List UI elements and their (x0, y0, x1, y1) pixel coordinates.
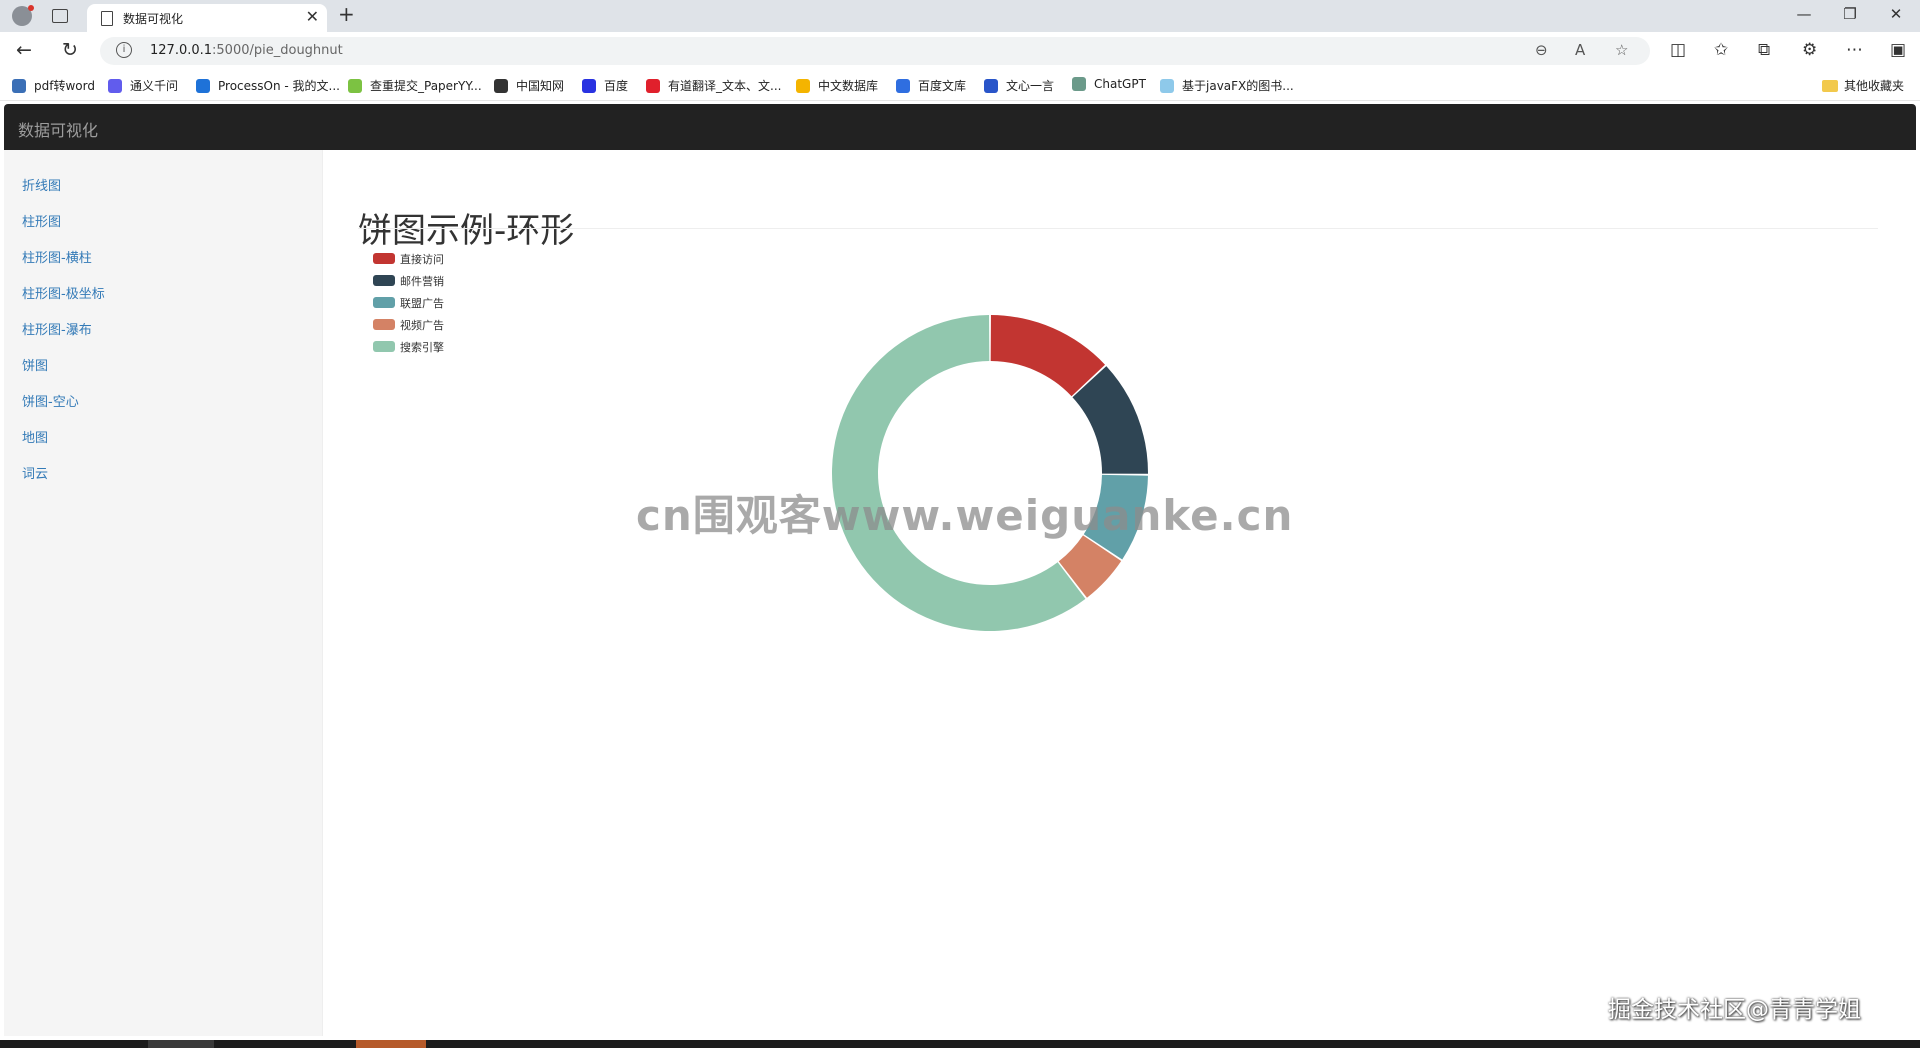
minimize-icon[interactable]: — (1784, 5, 1824, 23)
watermark: cn围观客www.weiguanke.cn (636, 491, 1294, 540)
bookmark-label: pdf转word (34, 79, 95, 93)
notification-dot-icon (28, 5, 34, 11)
reload-icon[interactable]: ↻ (62, 39, 78, 61)
extensions-icon[interactable]: ⚙ (1802, 40, 1817, 60)
bookmark-item[interactable]: 有道翻译_文本、文... (646, 77, 781, 94)
sidebar-item-bar[interactable]: 柱形图 (22, 211, 61, 230)
legend-swatch[interactable] (373, 319, 395, 330)
other-bookmarks-label: 其他收藏夹 (1843, 79, 1904, 93)
sidebar-item-line[interactable]: 折线图 (22, 175, 61, 194)
split-screen-icon[interactable]: ◫ (1670, 40, 1686, 60)
url-path: :5000/pie_doughnut (212, 43, 343, 58)
address-bar[interactable]: i 127.0.0.1:5000/pie_doughnut ⊖ A ☆ (100, 37, 1650, 65)
sidebar: 折线图 柱形图 柱形图-横柱 柱形图-极坐标 柱形图-瀑布 饼图 饼图-空心 地… (4, 150, 323, 1036)
sidebar-item-map[interactable]: 地图 (22, 427, 48, 446)
bookmark-icon (896, 79, 910, 93)
site-info-icon[interactable]: i (116, 42, 132, 58)
bookmark-icon (348, 79, 362, 93)
bookmark-icon (494, 79, 508, 93)
collections-icon[interactable]: ⧉ (1758, 40, 1770, 60)
bookmark-item[interactable]: 中国知网 (494, 77, 564, 94)
bookmark-item[interactable]: pdf转word (12, 77, 95, 94)
legend-label[interactable]: 直接访问 (400, 252, 444, 266)
bookmark-icon (1072, 77, 1086, 91)
doughnut-chart: 直接访问邮件营销联盟广告视频广告搜索引擎 (373, 252, 1148, 631)
bookmark-label: ProcessOn - 我的文... (218, 79, 340, 93)
bookmark-label: 百度文库 (918, 79, 967, 93)
legend-swatch[interactable] (373, 297, 395, 308)
legend-label[interactable]: 视频广告 (400, 318, 444, 332)
bookmark-item[interactable]: 通义千问 (108, 77, 178, 94)
browser-nav-bar: ← ↻ i 127.0.0.1:5000/pie_doughnut ⊖ A ☆ … (0, 32, 1920, 70)
credit-watermark: 掘金技术社区@青青学姐 (1608, 997, 1861, 1023)
browser-tab-bar: 数据可视化 ✕ + — ❐ ✕ (0, 0, 1920, 32)
bookmark-label: 有道翻译_文本、文... (668, 79, 782, 93)
bookmark-icon (984, 79, 998, 93)
legend-swatch[interactable] (373, 275, 395, 286)
bookmark-item[interactable]: 基于javaFX的图书... (1160, 77, 1294, 94)
app-brand[interactable]: 数据可视化 (18, 117, 98, 141)
read-aloud-icon[interactable]: A (1575, 41, 1585, 59)
taskbar (0, 1040, 1920, 1048)
legend-label[interactable]: 搜索引擎 (400, 340, 444, 354)
other-bookmarks-folder[interactable]: 其他收藏夹 (1821, 77, 1904, 94)
bookmark-item[interactable]: 百度 (582, 77, 628, 94)
url-host: 127.0.0.1 (150, 43, 213, 58)
bookmark-icon (582, 79, 596, 93)
tab-actions-icon[interactable] (52, 9, 68, 23)
taskbar-item[interactable] (148, 1040, 214, 1048)
bookmark-icon (196, 79, 210, 93)
bookmark-label: 文心一言 (1006, 79, 1055, 93)
bookmark-item[interactable]: 百度文库 (896, 77, 966, 94)
sidebar-item-pie[interactable]: 饼图 (22, 355, 48, 374)
folder-icon (1821, 80, 1838, 92)
bookmarks-bar: pdf转word 通义千问 ProcessOn - 我的文... 查重提交_Pa… (0, 70, 1920, 101)
sidebar-toggle-icon[interactable]: ▣ (1890, 40, 1906, 60)
sidebar-item-bar-horizontal[interactable]: 柱形图-横柱 (22, 247, 92, 266)
new-tab-icon[interactable]: + (338, 2, 355, 26)
taskbar-item[interactable] (356, 1040, 426, 1048)
bookmark-icon (646, 79, 660, 93)
browser-tab-active[interactable]: 数据可视化 ✕ (87, 4, 327, 32)
bookmark-label: 通义千问 (130, 79, 179, 93)
url-text: 127.0.0.1:5000/pie_doughnut (150, 43, 343, 58)
bookmark-item[interactable]: 文心一言 (984, 77, 1054, 94)
bookmark-item[interactable]: ProcessOn - 我的文... (196, 77, 340, 94)
bookmark-icon (108, 79, 122, 93)
bookmark-icon (796, 79, 810, 93)
legend-swatch[interactable] (373, 341, 395, 352)
bookmark-item[interactable]: ChatGPT (1072, 77, 1146, 91)
legend-label[interactable]: 联盟广告 (400, 297, 444, 310)
more-menu-icon[interactable]: ⋯ (1846, 40, 1863, 60)
app-navbar: 数据可视化 (4, 104, 1916, 150)
bookmark-label: 查重提交_PaperYY... (370, 79, 482, 93)
bookmark-item[interactable]: 中文数据库 (796, 77, 878, 94)
bookmark-icon (1160, 79, 1174, 93)
bookmark-label: 百度 (604, 79, 629, 93)
tab-close-icon[interactable]: ✕ (306, 7, 319, 26)
bookmark-label: 中国知网 (516, 79, 565, 93)
bookmark-label: ChatGPT (1094, 77, 1146, 91)
back-icon[interactable]: ← (16, 39, 32, 61)
window-close-icon[interactable]: ✕ (1876, 5, 1916, 23)
legend-swatch[interactable] (373, 253, 395, 264)
page-icon (101, 11, 113, 26)
tab-title: 数据可视化 (123, 12, 184, 26)
legend-label[interactable]: 邮件营销 (400, 274, 444, 288)
sidebar-item-bar-waterfall[interactable]: 柱形图-瀑布 (22, 319, 92, 338)
sidebar-item-pie-hollow[interactable]: 饼图-空心 (22, 391, 79, 410)
bookmark-label: 基于javaFX的图书... (1182, 79, 1294, 93)
bookmark-item[interactable]: 查重提交_PaperYY... (348, 77, 482, 94)
bookmark-label: 中文数据库 (818, 79, 879, 93)
bookmark-icon (12, 79, 26, 93)
favorites-icon[interactable]: ✩ (1714, 40, 1728, 60)
main-content: 饼图示例-环形 直接访问 邮件营销 联盟广告 视频广告 搜索引擎 (323, 150, 1916, 1036)
favorite-star-icon[interactable]: ☆ (1615, 41, 1628, 59)
sidebar-item-bar-polar[interactable]: 柱形图-极坐标 (22, 283, 105, 302)
restore-icon[interactable]: ❐ (1830, 5, 1870, 23)
zoom-icon[interactable]: ⊖ (1535, 41, 1548, 59)
sidebar-item-wordcloud[interactable]: 词云 (22, 463, 48, 482)
